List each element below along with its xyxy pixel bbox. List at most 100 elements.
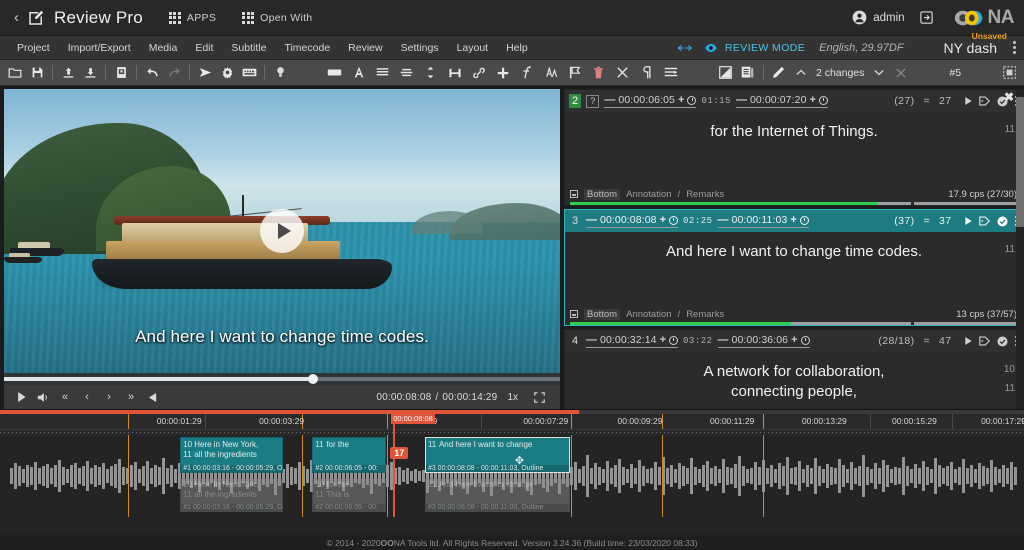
out-tc-decrement[interactable]: — <box>718 334 729 346</box>
menu-item-help[interactable]: Help <box>497 36 537 60</box>
subtitle-text-line-1[interactable]: A network for collaboration, <box>599 362 989 382</box>
in-tc-decrement[interactable]: — <box>586 214 597 226</box>
video-speed[interactable]: 1x <box>507 392 518 403</box>
apps-button[interactable]: APPS <box>169 12 216 24</box>
remarks-link[interactable]: Remarks <box>686 189 724 200</box>
subtitle-list-scrollbar[interactable] <box>1016 89 1024 409</box>
undo-icon[interactable] <box>141 62 163 84</box>
out-tc-clock-icon[interactable] <box>819 96 828 105</box>
menu-item-layout[interactable]: Layout <box>448 36 498 60</box>
duplicate-icon[interactable] <box>737 62 759 84</box>
subtitle-card[interactable]: 2 ? — 00:00:06:05 + 01:15 — 00:00:07:20 <box>564 89 1024 206</box>
logout-icon[interactable] <box>919 10 934 25</box>
delete-icon[interactable] <box>588 62 610 84</box>
subtitle-card[interactable]: 3 — 00:00:08:08 + 02:25 — 00:00:11:03 + <box>564 209 1024 326</box>
scrollbar-thumb[interactable] <box>1016 97 1024 227</box>
timeline-clip[interactable]: 11And here I want to change #3 00:00:08:… <box>425 437 570 473</box>
font-color-icon[interactable] <box>348 62 370 84</box>
position-bottom-icon[interactable] <box>570 190 578 198</box>
menu-item-project[interactable]: Project <box>8 36 59 60</box>
play-circle-icon[interactable] <box>260 209 304 253</box>
menu-item-import-export[interactable]: Import/Export <box>59 36 140 60</box>
timeline-ruler[interactable]: 00:00:01:29 00:00:03:29 00:00:05:29 00:0… <box>0 414 1024 430</box>
back-chevron-icon[interactable]: ‹ <box>10 9 27 26</box>
timeline-playhead[interactable]: 00:00:08:08 17 <box>393 414 395 517</box>
more-vertical-icon[interactable] <box>1003 39 1024 56</box>
out-tc-clock-icon[interactable] <box>800 216 809 225</box>
in-tc-clock-icon[interactable] <box>687 96 696 105</box>
out-tc-increment[interactable]: + <box>791 334 797 346</box>
frame-icon[interactable] <box>998 62 1020 84</box>
align-center-icon[interactable] <box>396 62 418 84</box>
timeline[interactable]: 00:00:01:29 00:00:03:29 00:00:05:29 00:0… <box>0 409 1024 535</box>
timeline-clip[interactable]: 10Here in New York, 11all the ingredient… <box>180 437 282 473</box>
review-mode-toggle[interactable]: REVIEW MODE <box>704 41 819 55</box>
subtitle-text[interactable]: for the Internet of Things. <box>599 122 989 142</box>
in-tc-increment[interactable]: + <box>678 94 684 106</box>
chevron-down-icon[interactable] <box>868 62 890 84</box>
check-circle-icon[interactable] <box>997 336 1008 347</box>
paragraph-icon[interactable] <box>636 62 658 84</box>
out-timecode[interactable]: 00:00:11:03 <box>732 214 788 226</box>
merge-icon[interactable] <box>444 62 466 84</box>
in-timecode[interactable]: 00:00:32:14 <box>600 334 657 346</box>
in-tc-increment[interactable]: + <box>660 214 666 226</box>
remarks-link[interactable]: Remarks <box>686 309 724 320</box>
timeline-clip[interactable]: 11for the #2 00:00:06:05 - 00: <box>312 437 386 473</box>
subtitle-card[interactable]: 4 — 00:00:32:14 + 03:22 — 00:00:36:06 + <box>564 329 1024 409</box>
contrast-icon[interactable] <box>715 62 737 84</box>
menu-item-settings[interactable]: Settings <box>392 36 448 60</box>
subtitle-in-timecode-group[interactable]: — 00:00:08:08 + <box>586 214 678 228</box>
subtitle-out-timecode-group[interactable]: — 00:00:11:03 + <box>718 214 809 228</box>
close-x-icon[interactable]: ✖ <box>1004 90 1014 104</box>
menu-item-timecode[interactable]: Timecode <box>275 36 339 60</box>
sync-arrows-icon[interactable] <box>677 42 692 54</box>
in-tc-clock-icon[interactable] <box>669 216 678 225</box>
out-tc-decrement[interactable]: — <box>718 214 729 226</box>
link-icon[interactable] <box>468 62 490 84</box>
volume-icon[interactable] <box>32 386 54 408</box>
video-scrubber[interactable] <box>4 373 560 385</box>
subtitle-text-line-2[interactable]: connecting people, <box>599 382 989 402</box>
out-timecode[interactable]: 00:00:07:20 <box>750 94 807 106</box>
italic-f-icon[interactable] <box>516 62 538 84</box>
changes-count-label[interactable]: 2 changes <box>812 67 868 79</box>
download-icon[interactable] <box>79 62 101 84</box>
add-icon[interactable] <box>492 62 514 84</box>
subtitle-text-body[interactable]: for the Internet of Things. 11 <box>565 112 1023 186</box>
mark-icon[interactable] <box>142 386 164 408</box>
in-tc-increment[interactable]: + <box>660 334 666 346</box>
open-with-button[interactable]: Open With <box>242 12 312 24</box>
redo-icon[interactable] <box>163 62 185 84</box>
timeline-reference-clip[interactable]: 10Here in New York, 11all the ingredient… <box>180 478 282 512</box>
reorder-icon[interactable] <box>660 62 682 84</box>
position-label[interactable]: Bottom <box>584 309 620 320</box>
fast-forward-icon[interactable]: » <box>120 386 142 408</box>
menu-item-edit[interactable]: Edit <box>186 36 222 60</box>
annotation-link[interactable]: Annotation <box>626 189 671 200</box>
in-tc-clock-icon[interactable] <box>669 336 678 345</box>
tag-icon[interactable] <box>979 96 990 106</box>
out-tc-increment[interactable]: + <box>790 214 796 226</box>
chevron-up-icon[interactable] <box>790 62 812 84</box>
menu-item-media[interactable]: Media <box>140 36 187 60</box>
close-icon[interactable] <box>890 62 912 84</box>
bulb-icon[interactable] <box>269 62 291 84</box>
keyboard-icon[interactable] <box>238 62 260 84</box>
folder-open-icon[interactable] <box>4 62 26 84</box>
position-bottom-icon[interactable] <box>570 310 578 318</box>
send-icon[interactable] <box>194 62 216 84</box>
in-tc-decrement[interactable]: — <box>604 94 615 106</box>
subtitle-question-flag[interactable]: ? <box>586 95 599 108</box>
out-tc-decrement[interactable]: — <box>736 94 747 106</box>
tag-icon[interactable] <box>979 216 990 226</box>
fullscreen-icon[interactable] <box>528 386 550 408</box>
play-icon[interactable] <box>965 217 972 225</box>
move-crosshair-icon[interactable]: ✥ <box>515 454 524 467</box>
out-timecode[interactable]: 00:00:36:06 <box>732 334 789 346</box>
flag-icon[interactable] <box>564 62 586 84</box>
position-label[interactable]: Bottom <box>584 189 620 200</box>
video-stage[interactable]: And here I want to change time codes. <box>4 89 560 373</box>
in-tc-decrement[interactable]: — <box>586 334 597 346</box>
subtitle-in-timecode-group[interactable]: — 00:00:32:14 + <box>586 334 678 348</box>
